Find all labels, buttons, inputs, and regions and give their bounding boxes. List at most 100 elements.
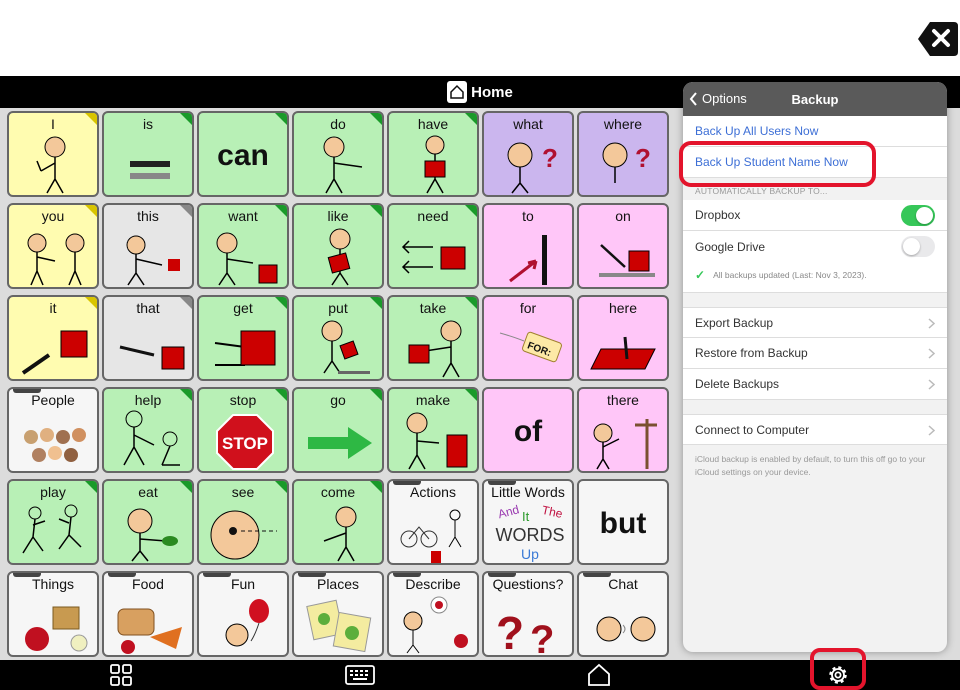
- what-symbol-icon: ?: [507, 142, 558, 194]
- grid-icon[interactable]: [108, 663, 134, 687]
- describe-symbol-icon: [403, 596, 468, 654]
- connect-computer-item[interactable]: Connect to Computer: [683, 414, 947, 445]
- close-icon[interactable]: [918, 20, 958, 58]
- symbol-button-want[interactable]: want: [197, 203, 289, 289]
- dropbox-toggle[interactable]: [901, 205, 935, 226]
- symbol-button-chat[interactable]: Chat: [577, 571, 669, 657]
- symbol-button-there[interactable]: there: [577, 387, 669, 473]
- symbol-label: Little Words: [491, 484, 565, 500]
- symbol-label: want: [228, 208, 258, 224]
- symbol-button-play[interactable]: play: [7, 479, 99, 565]
- symbol-button-food[interactable]: Food: [102, 571, 194, 657]
- symbol-button-that[interactable]: that: [102, 295, 194, 381]
- put-symbol-icon: [321, 320, 370, 374]
- corner-fold-icon: [370, 481, 382, 493]
- corner-fold-icon: [180, 297, 192, 309]
- symbol-button-can[interactable]: can: [197, 111, 289, 197]
- symbol-button-go[interactable]: go: [292, 387, 384, 473]
- corner-fold-icon: [85, 113, 97, 125]
- chat-symbol-icon: [596, 616, 656, 642]
- symbol-button-but[interactable]: but: [577, 479, 669, 565]
- symbol-label: what: [513, 116, 543, 132]
- it-symbol-icon: [21, 330, 88, 375]
- symbol-button-actions[interactable]: Actions: [387, 479, 479, 565]
- export-backup-item[interactable]: Export Backup: [683, 307, 947, 338]
- panel-title: Backup: [791, 92, 839, 107]
- symbol-button-little-words[interactable]: Little Words And It The WORDS Up: [482, 479, 574, 565]
- delete-backups-item[interactable]: Delete Backups: [683, 369, 947, 400]
- symbol-button-what[interactable]: what?: [482, 111, 574, 197]
- corner-fold-icon: [85, 481, 97, 493]
- symbol-button-stop[interactable]: stop STOP: [197, 387, 289, 473]
- symbol-button-it[interactable]: it: [7, 295, 99, 381]
- play-symbol-icon: [22, 504, 82, 554]
- symbol-button-take[interactable]: take: [387, 295, 479, 381]
- symbol-button-is[interactable]: is: [102, 111, 194, 197]
- have-symbol-icon: [424, 135, 446, 194]
- symbol-label: you: [41, 208, 65, 224]
- restore-backup-label: Restore from Backup: [695, 346, 808, 360]
- symbol-label: this: [137, 208, 159, 224]
- google-drive-label: Google Drive: [695, 239, 766, 254]
- symbol-button-come[interactable]: come: [292, 479, 384, 565]
- symbol-button-this[interactable]: this: [102, 203, 194, 289]
- symbol-button-describe[interactable]: Describe: [387, 571, 479, 657]
- panel-header: Options Backup: [683, 82, 947, 116]
- symbol-label: eat: [138, 484, 158, 500]
- symbol-label: help: [134, 392, 162, 408]
- chevron-right-icon: [928, 379, 935, 390]
- symbol-button-to[interactable]: to: [482, 203, 574, 289]
- symbol-button-get[interactable]: get: [197, 295, 289, 381]
- connect-computer-label: Connect to Computer: [695, 422, 810, 437]
- symbol-button-places[interactable]: Places: [292, 571, 384, 657]
- symbol-button-questions[interactable]: Questions???: [482, 571, 574, 657]
- symbol-button-where[interactable]: where?: [577, 111, 669, 197]
- symbol-label: stop: [229, 392, 257, 408]
- corner-fold-icon: [465, 297, 477, 309]
- little-words-icon: And It The WORDSUp: [496, 502, 565, 562]
- corner-fold-icon: [180, 481, 192, 493]
- restore-backup-item[interactable]: Restore from Backup: [683, 338, 947, 369]
- get-symbol-icon: [214, 330, 276, 366]
- symbol-button-for[interactable]: for FOR:: [482, 295, 574, 381]
- symbol-button-things[interactable]: Things: [7, 571, 99, 657]
- page-title: Home: [471, 83, 513, 101]
- symbol-button-on[interactable]: on: [577, 203, 669, 289]
- google-drive-toggle[interactable]: [901, 236, 935, 257]
- symbol-button-do[interactable]: do: [292, 111, 384, 197]
- chevron-right-icon: [928, 425, 935, 436]
- symbol-button-need[interactable]: need: [387, 203, 479, 289]
- corner-fold-icon: [85, 297, 97, 309]
- symbol-button-like[interactable]: like: [292, 203, 384, 289]
- symbol-button-see[interactable]: see: [197, 479, 289, 565]
- svg-text:?: ?: [542, 143, 558, 173]
- keyboard-icon[interactable]: [345, 663, 375, 687]
- svg-text:It: It: [522, 509, 530, 524]
- symbol-button-make[interactable]: make: [387, 387, 479, 473]
- corner-fold-icon: [275, 205, 287, 217]
- symbol-button-you[interactable]: you: [7, 203, 99, 289]
- places-symbol-icon: [306, 599, 372, 653]
- symbol-label: People: [31, 392, 75, 408]
- svg-text:The: The: [541, 503, 564, 521]
- do-symbol-icon: [323, 136, 363, 194]
- symbol-word: can: [217, 139, 269, 172]
- you-symbol-icon: [27, 233, 85, 286]
- svg-text:?: ?: [635, 143, 651, 173]
- this-symbol-icon: [126, 235, 180, 286]
- symbol-word: but: [599, 507, 647, 540]
- symbol-button-here[interactable]: here: [577, 295, 669, 381]
- symbol-button-eat[interactable]: eat: [102, 479, 194, 565]
- symbol-button-help[interactable]: help: [102, 387, 194, 473]
- symbol-label: take: [419, 300, 447, 316]
- corner-fold-icon: [370, 113, 382, 125]
- symbol-button-fun[interactable]: Fun: [197, 571, 289, 657]
- symbol-button-put[interactable]: put: [292, 295, 384, 381]
- symbol-button-have[interactable]: have: [387, 111, 479, 197]
- highlight-settings: [810, 648, 866, 690]
- symbol-button-i[interactable]: I: [7, 111, 99, 197]
- chevron-right-icon: [928, 318, 935, 329]
- home-outline-icon[interactable]: [586, 663, 612, 687]
- symbol-button-people[interactable]: People: [7, 387, 99, 473]
- symbol-button-of[interactable]: of: [482, 387, 574, 473]
